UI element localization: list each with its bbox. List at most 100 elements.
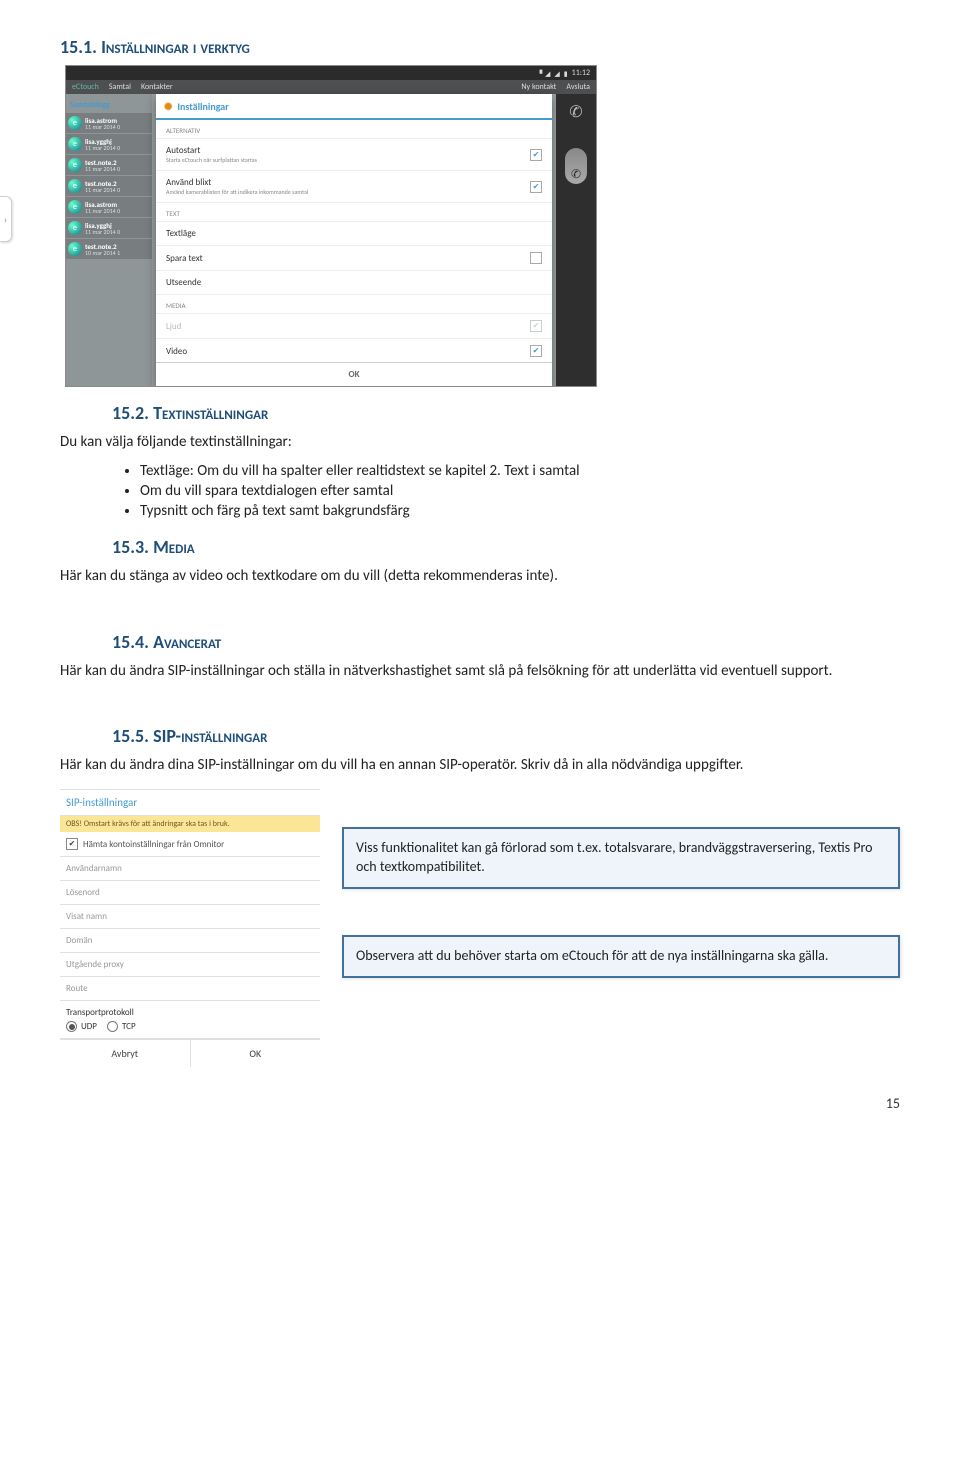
app-brand: eCtouch xyxy=(72,82,99,92)
wifi-icon: ▘◢ xyxy=(540,69,551,78)
radio-tcp[interactable]: TCP xyxy=(107,1021,136,1032)
ok-button[interactable]: OK xyxy=(190,1039,321,1067)
bullet-item: Typsnitt och färg på text samt bakgrunds… xyxy=(140,502,900,520)
app-bar: eCtouch Samtal Kontakter Ny kontakt Avsl… xyxy=(66,80,596,94)
callout-restart-note: Observera att du behöver starta om eCtou… xyxy=(342,935,900,978)
row-fetch-omnitor[interactable]: ✔ Hämta kontoinställningar från Omnitor xyxy=(60,832,320,857)
section-text: TEXT xyxy=(156,203,552,222)
handset-icon: ✆ xyxy=(565,148,587,184)
checkbox-icon[interactable] xyxy=(530,252,542,264)
label: Ljud xyxy=(166,321,530,332)
appbar-nykontakt: Ny kontakt xyxy=(521,82,556,92)
label: Autostart xyxy=(166,145,530,156)
heading-num: 15.5. xyxy=(112,725,149,747)
checkbox-icon[interactable]: ✔ xyxy=(530,345,542,357)
phone-icon: ✆ xyxy=(569,102,582,122)
label: Utgående proxy xyxy=(66,959,124,970)
row-ljud[interactable]: Ljud ✔ xyxy=(156,314,552,339)
label: Route xyxy=(66,983,88,994)
row-utseende[interactable]: Utseende xyxy=(156,271,552,295)
label: Transportprotokoll xyxy=(66,1007,134,1018)
row-password[interactable]: Lösenord xyxy=(60,881,320,905)
label: Spara text xyxy=(166,253,530,264)
dialog-title-row: ✺ Inställningar xyxy=(156,94,552,120)
heading-15-3: 15.3. Media xyxy=(112,536,900,558)
row-spara-text[interactable]: Spara text xyxy=(156,246,552,271)
sublabel: Starta eCtouch när surfplattan startas xyxy=(166,156,530,164)
bullet-item: Textläge: Om du vill ha spalter eller re… xyxy=(140,462,900,480)
contact-icon: e xyxy=(68,221,82,235)
row-autostart[interactable]: Autostart Starta eCtouch när surfplattan… xyxy=(156,139,552,171)
page-number: 15 xyxy=(60,1095,900,1112)
screenshot-settings-dialog: ▘◢ ◢ ▮ 11:12 eCtouch Samtal Kontakter Ny… xyxy=(66,66,596,386)
heading-num: 15.3. xyxy=(112,536,149,558)
heading-text: Media xyxy=(153,536,195,558)
log-item: elisa.astrom11 mar 2014 0 xyxy=(66,197,152,217)
heading-text: Avancerat xyxy=(153,631,221,653)
android-status-bar: ▘◢ ◢ ▮ 11:12 xyxy=(66,66,596,80)
heading-15-2: 15.2. Textinställningar xyxy=(112,402,900,424)
heading-num: 15.4. xyxy=(112,631,149,653)
row-route[interactable]: Route xyxy=(60,977,320,1001)
appbar-kontakter: Kontakter xyxy=(141,82,173,92)
p-155: Här kan du ändra dina SIP-inställningar … xyxy=(60,755,900,775)
radio-icon xyxy=(66,1021,77,1032)
contact-icon: e xyxy=(68,116,82,130)
screenshot-sip-settings: SIP-inställningar OBS! Omstart krävs för… xyxy=(60,789,320,1067)
dialog-ok-button[interactable]: OK xyxy=(156,362,552,386)
label: Använd blixt xyxy=(166,177,530,188)
radio-udp[interactable]: UDP xyxy=(66,1021,97,1032)
label: Visat namn xyxy=(66,911,107,922)
gear-icon: ✺ xyxy=(164,100,172,113)
label: Domän xyxy=(66,935,93,946)
label: Lösenord xyxy=(66,887,100,898)
contact-icon: e xyxy=(68,158,82,172)
row-domain[interactable]: Domän xyxy=(60,929,320,953)
checkbox-icon[interactable]: ✔ xyxy=(530,149,542,161)
appbar-samtal: Samtal xyxy=(109,82,131,92)
section-alternativ: ALTERNATIV xyxy=(156,120,552,139)
contact-icon: e xyxy=(68,200,82,214)
log-item: etest.note.211 mar 2014 0 xyxy=(66,176,152,196)
row-username[interactable]: Användarnamn xyxy=(60,857,320,881)
row-displayname[interactable]: Visat namn xyxy=(60,905,320,929)
right-phone-controls: ✆ ✆ xyxy=(556,94,596,386)
row-proxy[interactable]: Utgående proxy xyxy=(60,953,320,977)
label: Video xyxy=(166,346,530,357)
sip-warning: OBS! Omstart krävs för att ändringar ska… xyxy=(60,816,320,832)
checkbox-icon[interactable]: ✔ xyxy=(530,181,542,193)
checkbox-icon[interactable]: ✔ xyxy=(66,838,78,850)
log-item: elisa.ygghj11 mar 2014 0 xyxy=(66,134,152,154)
sublabel: Använd kamerablixten för att indikera in… xyxy=(166,188,530,196)
heading-text: Textinställningar xyxy=(153,402,268,424)
heading-num: 15.1. xyxy=(60,36,97,58)
log-item: etest.note.211 mar 2014 0 xyxy=(66,155,152,175)
appbar-avsluta: Avsluta xyxy=(566,82,590,92)
row-video[interactable]: Video ✔ xyxy=(156,339,552,362)
log-item: elisa.ygghj11 mar 2014 0 xyxy=(66,218,152,238)
page-edge-tab: › xyxy=(0,196,12,242)
row-blixt[interactable]: Använd blixt Använd kamerablixten för at… xyxy=(156,171,552,203)
callout-column: Viss funktionalitet kan gå förlorad som … xyxy=(342,785,900,978)
callout-warning-functionality: Viss funktionalitet kan gå förlorad som … xyxy=(342,827,900,889)
heading-15-4: 15.4. Avancerat xyxy=(112,631,900,653)
heading-text: SIP-inställningar xyxy=(153,725,267,747)
dialog-title: Inställningar xyxy=(177,100,228,113)
p-152-intro: Du kan välja följande textinställningar: xyxy=(60,432,900,452)
label: Textläge xyxy=(166,228,542,239)
contact-icon: e xyxy=(68,242,82,256)
heading-15-5: 15.5. SIP-inställningar xyxy=(112,725,900,747)
contact-icon: e xyxy=(68,137,82,151)
checkbox-icon[interactable]: ✔ xyxy=(530,320,542,332)
row-textlage[interactable]: Textläge xyxy=(156,222,552,246)
cancel-button[interactable]: Avbryt xyxy=(60,1039,190,1067)
row-transport: Transportprotokoll UDP TCP xyxy=(60,1001,320,1039)
label: Hämta kontoinställningar från Omnitor xyxy=(83,839,224,850)
status-time: 11:12 xyxy=(572,68,590,78)
heading-15-1: 15.1. Inställningar i verktyg xyxy=(60,36,900,58)
heading-text: Inställningar i verktyg xyxy=(101,36,250,58)
lower-row: SIP-inställningar OBS! Omstart krävs för… xyxy=(60,785,900,1067)
call-log-panel: Samtalslogg elisa.astrom11 mar 2014 0 el… xyxy=(66,94,152,386)
label: Användarnamn xyxy=(66,863,122,874)
log-item: etest.note.210 mar 2014 1 xyxy=(66,239,152,259)
